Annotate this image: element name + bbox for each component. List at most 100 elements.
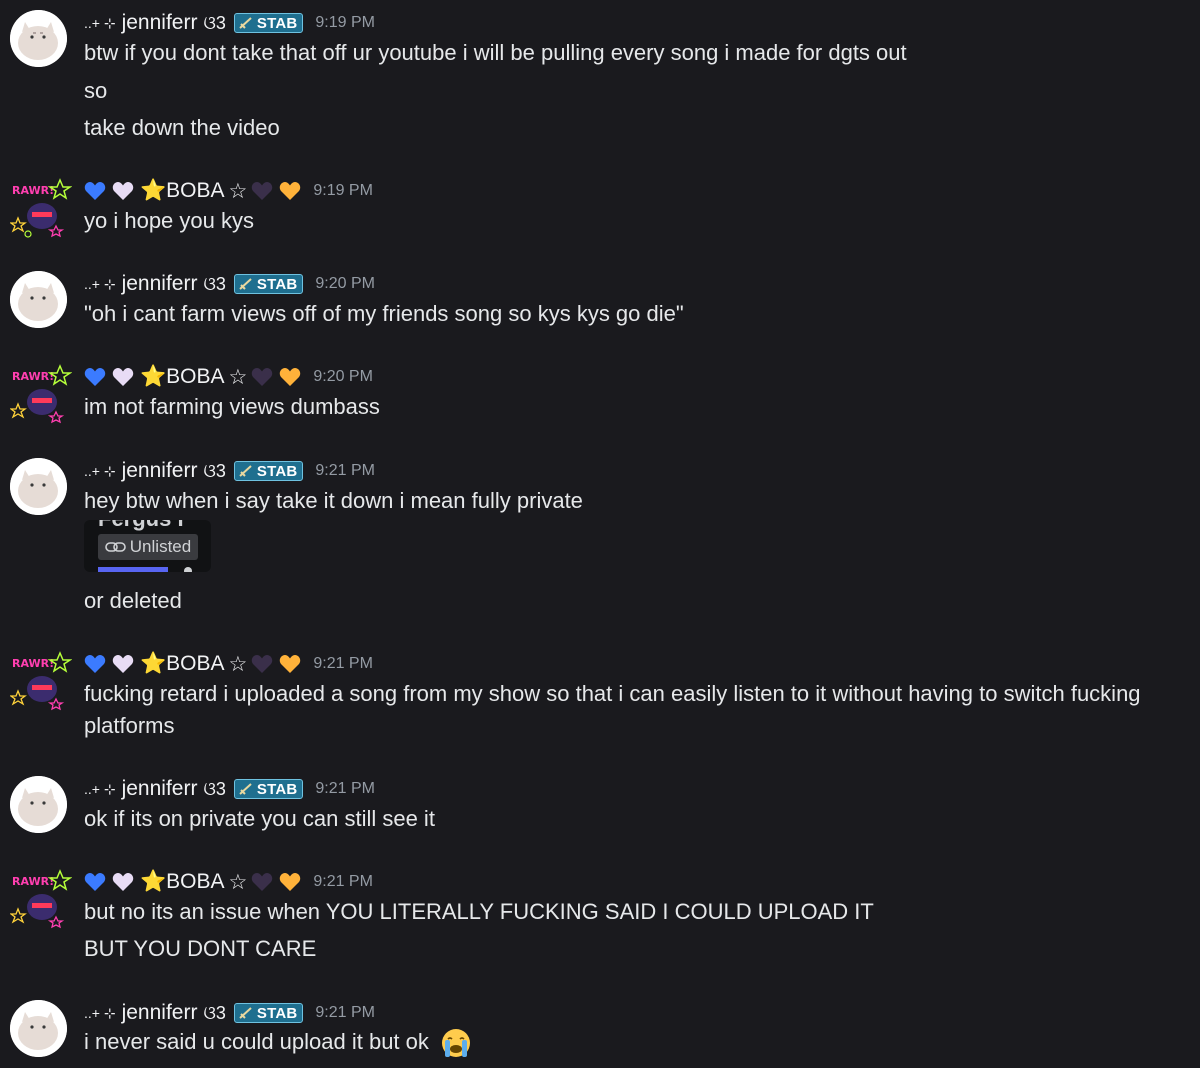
username[interactable]: jenniferr [122,777,198,801]
server-tag-badge[interactable]: STAB [233,274,304,294]
black-heart-icon [252,368,273,386]
link-icon [104,542,126,552]
message-text: so [84,78,108,103]
badge-label: STAB [256,14,298,32]
cat-avatar-icon [10,776,67,833]
avatar[interactable] [10,10,67,67]
timestamp[interactable]: 9:19 PM [315,14,375,32]
username-prefix: ..+ ⊹ [84,14,116,31]
svg-text:RAWR!: RAWR! [12,370,54,383]
username-prefix: ..+ ⊹ [84,462,116,479]
timestamp[interactable]: 9:21 PM [315,780,375,798]
white-heart-icon [112,873,134,891]
server-tag-badge[interactable]: STAB [233,1003,304,1023]
username-star: ☆ [228,365,248,389]
sword-icon [239,278,252,290]
username[interactable]: jenniferr [122,272,198,296]
message-header: ⭐BOBA ☆ 9:19 PM [84,178,373,204]
badge-label: STAB [256,275,298,293]
timestamp[interactable]: 9:19 PM [313,182,373,200]
timestamp[interactable]: 9:21 PM [315,1004,375,1022]
avatar[interactable] [10,1000,67,1057]
pill-label: Unlisted [129,537,192,556]
badge-label: STAB [256,780,298,798]
boba-avatar-icon: RAWR! [9,869,73,931]
message-header: ⭐BOBA ☆ 9:20 PM [84,364,373,390]
boba-avatar-icon: RAWR! [9,651,73,713]
orange-heart-icon [280,182,301,200]
server-tag-badge[interactable]: STAB [233,13,304,33]
message-header: ⭐BOBA ☆ 9:21 PM [84,869,373,895]
message-text: but no its an issue when YOU LITERALLY F… [84,899,874,924]
username-prefix: ..+ ⊹ [84,1004,116,1021]
message-text: or deleted [84,588,182,613]
message-header: ..+ ⊹ jenniferr ଓ3 STAB 9:19 PM [84,10,375,36]
username[interactable]: jenniferr [122,1001,198,1025]
timestamp[interactable]: 9:21 PM [313,655,373,673]
message-text: im not farming views dumbass [84,394,380,419]
sword-icon [239,783,252,795]
timestamp[interactable]: 9:20 PM [315,275,375,293]
timestamp[interactable]: 9:21 PM [313,873,373,891]
server-tag-badge[interactable]: STAB [233,461,304,481]
cat-avatar-icon [10,458,67,515]
blue-heart-icon [84,655,106,673]
timestamp[interactable]: 9:21 PM [315,462,375,480]
blue-heart-icon [84,368,106,386]
username-star: ☆ [228,652,248,676]
message-text: take down the video [84,115,280,140]
message-text: ok if its on private you can still see i… [84,806,435,831]
avatar[interactable] [10,458,67,515]
progress-bar [98,567,168,572]
username-suffix: ଓ3 [203,273,226,294]
avatar[interactable] [10,776,67,833]
progress-dot [184,567,192,572]
badge-label: STAB [256,1004,298,1022]
username-suffix: ଓ3 [203,1002,226,1023]
sword-icon [239,465,252,477]
message-header: ..+ ⊹ jenniferr ଓ3 STAB 9:21 PM [84,776,375,802]
white-heart-icon [112,655,134,673]
server-tag-badge[interactable]: STAB [233,779,304,799]
sword-icon [239,1007,252,1019]
boba-avatar-icon: RAWR! [9,364,73,426]
avatar[interactable]: RAWR! [9,178,73,240]
username-suffix: ଓ3 [203,460,226,481]
orange-heart-icon [280,655,301,673]
username[interactable]: ⭐BOBA [140,652,225,676]
orange-heart-icon [280,873,301,891]
username-suffix: ଓ3 [203,12,226,33]
image-attachment[interactable]: Fergus I Unlisted [84,520,211,572]
white-heart-icon [112,368,134,386]
username-prefix: ..+ ⊹ [84,780,116,797]
username[interactable]: jenniferr [122,459,198,483]
sword-icon [239,17,252,29]
username[interactable]: ⭐BOBA [140,870,225,894]
avatar[interactable]: RAWR! [9,364,73,426]
message-text: hey btw when i say take it down i mean f… [84,488,583,513]
timestamp[interactable]: 9:20 PM [313,368,373,386]
username[interactable]: jenniferr [122,11,198,35]
message-text-row: i never said u could upload it but ok [84,1026,473,1059]
message-text: BUT YOU DONT CARE [84,936,317,961]
username-star: ☆ [228,870,248,894]
attachment-title: Fergus I [98,520,184,532]
black-heart-icon [252,655,273,673]
visibility-pill: Unlisted [98,534,198,560]
avatar[interactable] [10,271,67,328]
message-header: ..+ ⊹ jenniferr ଓ3 STAB 9:21 PM [84,1000,375,1026]
avatar[interactable]: RAWR! [9,869,73,931]
message-text: i never said u could upload it but ok [84,1029,429,1054]
message-header: ⭐BOBA ☆ 9:21 PM [84,651,373,677]
crying-emoji-icon [442,1029,471,1058]
username-prefix: ..+ ⊹ [84,275,116,292]
username-suffix: ଓ3 [203,778,226,799]
username[interactable]: ⭐BOBA [140,179,225,203]
message-text: fucking retard i uploaded a song from my… [84,681,1141,738]
cat-avatar-icon [10,1000,67,1057]
blue-heart-icon [84,182,106,200]
avatar[interactable]: RAWR! [9,651,73,713]
username[interactable]: ⭐BOBA [140,365,225,389]
chat-log: ..+ ⊹ jenniferr ଓ3 STAB 9:19 PM btw if y… [0,0,1200,1068]
black-heart-icon [252,182,273,200]
